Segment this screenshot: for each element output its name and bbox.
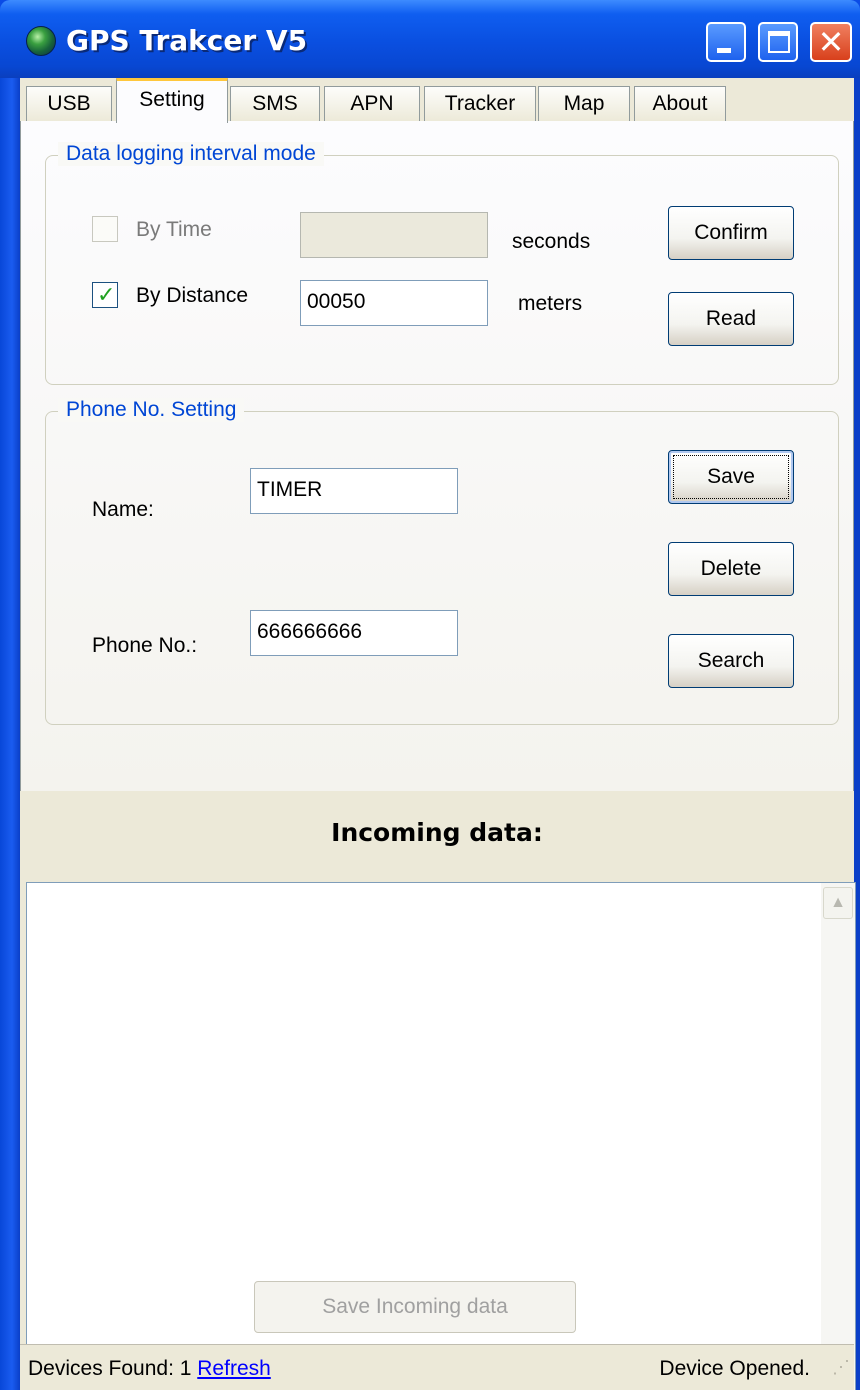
close-icon: ✕	[817, 23, 845, 61]
delete-button[interactable]: Delete	[668, 542, 794, 596]
by-time-label: By Time	[136, 218, 212, 241]
setting-tab-panel: Data logging interval mode By Time secon…	[20, 121, 854, 791]
name-label: Name:	[92, 498, 154, 521]
devices-found-text: Devices Found: 1	[28, 1357, 192, 1380]
tab-map[interactable]: Map	[538, 86, 630, 122]
app-window: GPS Trakcer V5 ✕ USB Setting SMS APN Tra…	[0, 0, 860, 1390]
search-button[interactable]: Search	[668, 634, 794, 688]
tab-apn[interactable]: APN	[324, 86, 420, 122]
title-bar[interactable]: GPS Trakcer V5 ✕	[0, 0, 860, 78]
vertical-scrollbar[interactable]: ▲ ▼	[821, 883, 855, 1390]
scroll-up-icon[interactable]: ▲	[823, 887, 853, 919]
by-distance-input[interactable]: 00050	[300, 280, 488, 326]
by-time-checkbox[interactable]	[92, 216, 118, 242]
tab-strip: USB Setting SMS APN Tracker Map About	[20, 78, 854, 123]
save-incoming-data-button[interactable]: Save Incoming data	[254, 1281, 576, 1333]
seconds-unit: seconds	[512, 230, 591, 253]
incoming-data-title: Incoming data:	[331, 818, 543, 847]
by-distance-checkbox[interactable]: ✓	[92, 282, 118, 308]
minimize-icon	[717, 48, 731, 53]
close-button[interactable]: ✕	[810, 22, 852, 62]
devices-found-status: Devices Found: 1 Refresh	[28, 1357, 271, 1381]
tab-sms[interactable]: SMS	[230, 86, 320, 122]
client-area: USB Setting SMS APN Tracker Map About Da…	[20, 78, 856, 1390]
tab-tracker[interactable]: Tracker	[424, 86, 536, 122]
meters-unit: meters	[518, 292, 583, 315]
window-frame-left	[0, 60, 20, 1390]
phone-no-label: Phone No.:	[92, 634, 198, 657]
phone-no-input[interactable]: 666666666	[250, 610, 458, 656]
tab-setting[interactable]: Setting	[116, 78, 228, 123]
tab-about[interactable]: About	[634, 86, 726, 122]
by-distance-label: By Distance	[136, 284, 249, 307]
tab-usb[interactable]: USB	[26, 86, 112, 122]
phone-group: Phone No. Setting Name: TIMER Phone No.:…	[45, 398, 839, 725]
name-input[interactable]: TIMER	[250, 468, 458, 514]
maximize-button[interactable]	[758, 22, 798, 62]
maximize-icon	[768, 31, 790, 53]
refresh-link[interactable]: Refresh	[197, 1357, 271, 1380]
status-bar: Devices Found: 1 Refresh Device Opened. …	[20, 1344, 854, 1390]
globe-icon	[26, 26, 56, 56]
confirm-button[interactable]: Confirm	[668, 206, 794, 260]
device-state-text: Device Opened.	[659, 1357, 810, 1380]
save-button[interactable]: Save	[668, 450, 794, 504]
phone-group-title: Phone No. Setting	[58, 398, 245, 422]
window-title: GPS Trakcer V5	[66, 24, 308, 57]
minimize-button[interactable]	[706, 22, 746, 62]
logging-group-title: Data logging interval mode	[58, 142, 324, 166]
resize-grip-icon[interactable]: ⋰	[826, 1359, 850, 1386]
by-time-input[interactable]	[300, 212, 488, 258]
logging-group: Data logging interval mode By Time secon…	[45, 142, 839, 385]
read-button[interactable]: Read	[668, 292, 794, 346]
check-icon: ✓	[97, 282, 116, 307]
